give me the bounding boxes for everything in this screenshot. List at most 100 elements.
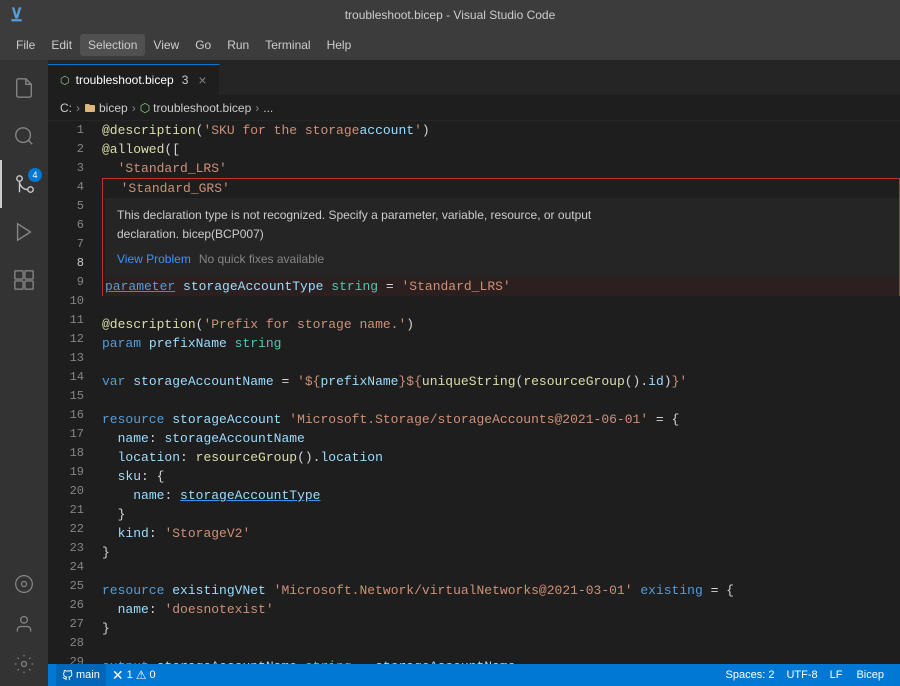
code-content: @description('SKU for the storage accoun…	[98, 121, 900, 664]
menu-help[interactable]: Help	[319, 34, 360, 56]
line-num-22: 22	[48, 520, 84, 539]
line-num-9: 9	[48, 273, 84, 292]
search-icon[interactable]	[0, 112, 48, 160]
status-encoding[interactable]: UTF-8	[780, 664, 823, 686]
line-num-5: 5	[48, 197, 84, 216]
error-message-line2: declaration. bicep(BCP007)	[117, 225, 887, 244]
code-line-22: }	[102, 543, 900, 562]
breadcrumb-sep2: ›	[132, 101, 136, 115]
status-bar: main ✕ 1 ⚠ 0 Spaces: 2 UTF-8 LF Bicep	[48, 664, 900, 686]
line-num-20: 20	[48, 482, 84, 501]
line-num-7: 7	[48, 235, 84, 254]
code-line-12	[102, 353, 900, 372]
files-icon[interactable]	[0, 64, 48, 112]
status-remote[interactable]: main	[56, 664, 106, 686]
line-num-19: 19	[48, 463, 84, 482]
code-line-24: resource existingVNet 'Microsoft.Network…	[102, 581, 900, 600]
breadcrumb-folder[interactable]: bicep	[84, 101, 128, 115]
error-popup: This declaration type is not recognized.…	[105, 198, 899, 277]
main-layout: 4	[0, 60, 900, 686]
code-line-15: resource storageAccount 'Microsoft.Stora…	[102, 410, 900, 429]
tab-close-icon[interactable]: ×	[198, 72, 206, 88]
breadcrumb-drive[interactable]: C:	[60, 101, 72, 115]
line-num-24: 24	[48, 558, 84, 577]
status-errors[interactable]: ✕ 1 ⚠ 0	[106, 664, 162, 686]
source-control-icon[interactable]: 4	[0, 160, 48, 208]
line-num-13: 13	[48, 349, 84, 368]
code-line-2: @allowed([	[102, 140, 900, 159]
run-debug-icon[interactable]	[0, 208, 48, 256]
editor-area: ⬡ troubleshoot.bicep 3 × C: › bicep › ⬡ …	[48, 60, 900, 686]
line-num-3: 3	[48, 159, 84, 178]
tab-troubleshoot-bicep[interactable]: ⬡ troubleshoot.bicep 3 ×	[48, 64, 220, 95]
code-line-3: 'Standard_LRS'	[102, 159, 900, 178]
no-quick-fix-text: No quick fixes available	[199, 250, 324, 269]
activity-bar: 4	[0, 60, 48, 686]
line-num-27: 27	[48, 615, 84, 634]
code-line-25: name : 'doesnotexist'	[102, 600, 900, 619]
accounts-icon[interactable]	[0, 604, 48, 644]
tab-label: troubleshoot.bicep	[76, 73, 174, 87]
error-popup-actions: View Problem No quick fixes available	[117, 250, 887, 269]
tab-bar: ⬡ troubleshoot.bicep 3 ×	[48, 60, 900, 95]
code-line-28: output storageAccountName string = stora…	[102, 657, 900, 664]
line-num-2: 2	[48, 140, 84, 159]
menu-go[interactable]: Go	[187, 34, 219, 56]
menu-edit[interactable]: Edit	[43, 34, 80, 56]
line-num-15: 15	[48, 387, 84, 406]
code-line-16: name : storageAccountName	[102, 429, 900, 448]
error-message-line1: This declaration type is not recognized.…	[117, 206, 887, 225]
settings-icon[interactable]	[0, 644, 48, 684]
code-editor[interactable]: 1 2 3 4 5 6 7 8 9 10 11 12 13 14 15 16 1…	[48, 121, 900, 664]
code-line-17: location : resourceGroup (). location	[102, 448, 900, 467]
title-bar: ⊻ troubleshoot.bicep - Visual Studio Cod…	[0, 0, 900, 30]
code-line-4: 'Standard_GRS'	[105, 179, 899, 198]
line-num-8: 8	[48, 254, 84, 273]
code-line-18: sku : {	[102, 467, 900, 486]
breadcrumb-sep1: ›	[76, 101, 80, 115]
error-box-start: 'Standard_GRS' This declaration type is …	[102, 178, 900, 296]
code-line-8: parameter storageAccountType string = 'S…	[105, 277, 899, 296]
line-num-11: 11	[48, 311, 84, 330]
remote-icon[interactable]	[0, 564, 48, 604]
menu-view[interactable]: View	[145, 34, 187, 56]
source-control-badge: 4	[28, 168, 42, 182]
code-line-23	[102, 562, 900, 581]
menu-selection[interactable]: Selection	[80, 34, 145, 56]
breadcrumb-file[interactable]: ⬡ troubleshoot.bicep	[140, 101, 252, 115]
breadcrumb-more[interactable]: ...	[263, 101, 273, 115]
code-line-20: }	[102, 505, 900, 524]
code-line-19: name : storageAccountType	[102, 486, 900, 505]
code-line-27	[102, 638, 900, 657]
code-line-13: var storageAccountName = '${prefixName}$…	[102, 372, 900, 391]
status-language[interactable]: Bicep	[848, 664, 892, 686]
menu-file[interactable]: File	[8, 34, 43, 56]
menu-run[interactable]: Run	[219, 34, 257, 56]
line-num-25: 25	[48, 577, 84, 596]
line-num-17: 17	[48, 425, 84, 444]
status-spaces[interactable]: Spaces: 2	[720, 664, 781, 686]
menu-terminal[interactable]: Terminal	[257, 34, 318, 56]
breadcrumb: C: › bicep › ⬡ troubleshoot.bicep › ...	[48, 95, 900, 121]
line-num-6: 6	[48, 216, 84, 235]
code-line-14	[102, 391, 900, 410]
title-bar-text: troubleshoot.bicep - Visual Studio Code	[345, 8, 556, 22]
code-line-1: @description('SKU for the storage accoun…	[102, 121, 900, 140]
tab-file-icon: ⬡	[60, 74, 70, 87]
line-num-14: 14	[48, 368, 84, 387]
vscode-logo-icon: ⊻	[10, 5, 23, 26]
line-num-21: 21	[48, 501, 84, 520]
menu-bar: File Edit Selection View Go Run Terminal…	[0, 30, 900, 60]
tab-modified: 3	[182, 73, 189, 87]
line-num-10: 10	[48, 292, 84, 311]
extensions-icon[interactable]	[0, 256, 48, 304]
line-num-26: 26	[48, 596, 84, 615]
line-num-12: 12	[48, 330, 84, 349]
status-line-ending[interactable]: LF	[824, 664, 849, 686]
code-line-26: }	[102, 619, 900, 638]
view-problem-button[interactable]: View Problem	[117, 250, 191, 269]
line-num-16: 16	[48, 406, 84, 425]
code-line-21: kind : 'StorageV2'	[102, 524, 900, 543]
line-num-4: 4	[48, 178, 84, 197]
activity-bar-bottom	[0, 564, 48, 684]
